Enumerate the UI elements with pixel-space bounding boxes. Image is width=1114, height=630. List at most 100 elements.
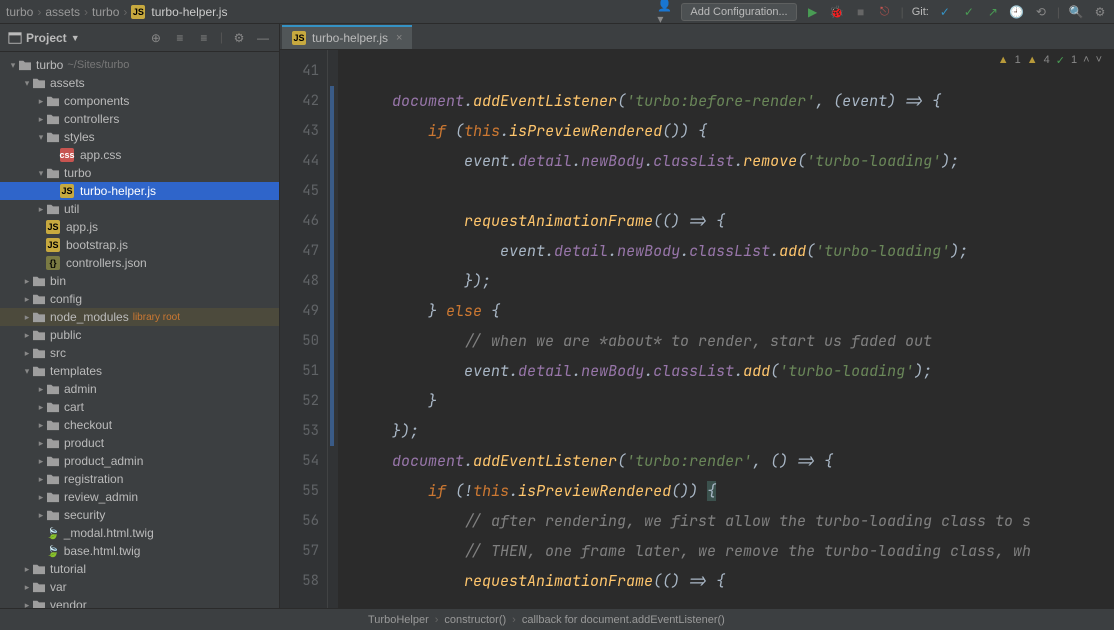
- tree-item[interactable]: JSbootstrap.js: [0, 236, 279, 254]
- tree-item[interactable]: {}controllers.json: [0, 254, 279, 272]
- breadcrumb-file[interactable]: turbo-helper.js: [151, 5, 227, 19]
- expand-icon[interactable]: ▸: [22, 582, 32, 593]
- expand-icon[interactable]: ▸: [36, 384, 46, 395]
- run-config-dropdown[interactable]: Add Configuration...: [681, 3, 796, 21]
- close-icon[interactable]: ×: [396, 32, 402, 44]
- line-number[interactable]: 54: [280, 446, 319, 476]
- debug-icon[interactable]: 🐞: [829, 4, 845, 20]
- tree-item[interactable]: ▸node_moduleslibrary root: [0, 308, 279, 326]
- search-icon[interactable]: 🔍: [1068, 4, 1084, 20]
- expand-icon[interactable]: ▸: [36, 492, 46, 503]
- tree-item[interactable]: ▸review_admin: [0, 488, 279, 506]
- stop-icon[interactable]: ■: [853, 4, 869, 20]
- editor-body[interactable]: 414243444546474849505152535455565758 doc…: [280, 50, 1114, 608]
- tree-item[interactable]: ▸components: [0, 92, 279, 110]
- tree-item[interactable]: JSapp.js: [0, 218, 279, 236]
- tree-item[interactable]: ▸registration: [0, 470, 279, 488]
- tree-item[interactable]: ▾styles: [0, 128, 279, 146]
- expand-icon[interactable]: ▾: [22, 78, 32, 89]
- tree-item[interactable]: ▾turbo~/Sites/turbo: [0, 56, 279, 74]
- expand-icon[interactable]: ▸: [36, 96, 46, 107]
- breadcrumb-seg[interactable]: turbo: [6, 5, 33, 19]
- crumb-seg[interactable]: TurboHelper: [368, 614, 429, 626]
- tree-item[interactable]: ▸bin: [0, 272, 279, 290]
- tree-item[interactable]: ▾turbo: [0, 164, 279, 182]
- expand-icon[interactable]: ▸: [36, 510, 46, 521]
- line-number[interactable]: 52: [280, 386, 319, 416]
- expand-icon[interactable]: ▸: [22, 564, 32, 575]
- expand-icon[interactable]: ▸: [36, 114, 46, 125]
- expand-icon[interactable]: ▸: [22, 600, 32, 609]
- expand-icon[interactable]: ▾: [8, 60, 18, 71]
- line-number[interactable]: 47: [280, 236, 319, 266]
- line-number[interactable]: 42: [280, 86, 319, 116]
- expand-icon[interactable]: ▸: [36, 204, 46, 215]
- expand-icon[interactable]: ▾: [22, 366, 32, 377]
- tree-item[interactable]: JSturbo-helper.js: [0, 182, 279, 200]
- expand-icon[interactable]: ▸: [36, 402, 46, 413]
- tree-item[interactable]: ▸product_admin: [0, 452, 279, 470]
- git-push-icon[interactable]: ↗: [985, 4, 1001, 20]
- line-number[interactable]: 53: [280, 416, 319, 446]
- tree-item[interactable]: ▾assets: [0, 74, 279, 92]
- tree-item[interactable]: ▸config: [0, 290, 279, 308]
- line-number[interactable]: 45: [280, 176, 319, 206]
- hide-icon[interactable]: —: [255, 30, 271, 46]
- line-number[interactable]: 49: [280, 296, 319, 326]
- structure-breadcrumb[interactable]: TurboHelper › constructor() › callback f…: [368, 614, 725, 626]
- tree-item[interactable]: 🍃base.html.twig: [0, 542, 279, 560]
- run-icon[interactable]: ▶: [805, 4, 821, 20]
- tests-icon[interactable]: ⎋: [877, 4, 893, 20]
- expand-icon[interactable]: ▸: [22, 330, 32, 341]
- breadcrumb[interactable]: turbo › assets › turbo › JS turbo-helper…: [6, 5, 227, 19]
- line-number[interactable]: 46: [280, 206, 319, 236]
- user-icon[interactable]: 👤▾: [657, 4, 673, 20]
- line-number[interactable]: 41: [280, 56, 319, 86]
- tree-item[interactable]: ▸vendor: [0, 596, 279, 608]
- vcs-gutter[interactable]: [328, 50, 338, 608]
- expand-icon[interactable]: ▸: [36, 420, 46, 431]
- tree-item[interactable]: ▸checkout: [0, 416, 279, 434]
- breadcrumb-seg[interactable]: turbo: [92, 5, 119, 19]
- tree-item[interactable]: ▸controllers: [0, 110, 279, 128]
- line-number-gutter[interactable]: 414243444546474849505152535455565758: [280, 50, 328, 608]
- expand-icon[interactable]: ▸: [22, 276, 32, 287]
- line-number[interactable]: 57: [280, 536, 319, 566]
- tree-item[interactable]: ▸var: [0, 578, 279, 596]
- expand-icon[interactable]: ▸: [36, 438, 46, 449]
- inspection-widget[interactable]: ▲1 ▲4 ✓1 ˄ ˅: [998, 54, 1102, 67]
- revert-icon[interactable]: ⟲: [1033, 4, 1049, 20]
- tree-item[interactable]: ▸tutorial: [0, 560, 279, 578]
- crumb-seg[interactable]: constructor(): [444, 614, 506, 626]
- expand-icon[interactable]: ≡: [172, 30, 188, 46]
- line-number[interactable]: 56: [280, 506, 319, 536]
- gear-icon[interactable]: ⚙: [231, 30, 247, 46]
- tree-item[interactable]: ▸security: [0, 506, 279, 524]
- crumb-seg[interactable]: callback for document.addEventListener(): [522, 614, 725, 626]
- breadcrumb-seg[interactable]: assets: [45, 5, 80, 19]
- tree-item[interactable]: ▸product: [0, 434, 279, 452]
- locate-icon[interactable]: ⊕: [148, 30, 164, 46]
- line-number[interactable]: 44: [280, 146, 319, 176]
- tree-item[interactable]: ▾templates: [0, 362, 279, 380]
- project-tool-button[interactable]: Project ▼: [8, 31, 80, 45]
- line-number[interactable]: 51: [280, 356, 319, 386]
- expand-icon[interactable]: ▸: [22, 348, 32, 359]
- code-area[interactable]: document.addEventListener('turbo:before-…: [338, 50, 1114, 608]
- expand-icon[interactable]: ▸: [22, 312, 32, 323]
- collapse-icon[interactable]: ≡: [196, 30, 212, 46]
- tree-item[interactable]: 🍃_modal.html.twig: [0, 524, 279, 542]
- expand-icon[interactable]: ▾: [36, 132, 46, 143]
- tree-item[interactable]: ▸admin: [0, 380, 279, 398]
- line-number[interactable]: 55: [280, 476, 319, 506]
- project-tree[interactable]: ▾turbo~/Sites/turbo▾assets▸components▸co…: [0, 52, 279, 608]
- tree-item[interactable]: cssapp.css: [0, 146, 279, 164]
- tree-item[interactable]: ▸util: [0, 200, 279, 218]
- line-number[interactable]: 50: [280, 326, 319, 356]
- chevron-up-icon[interactable]: ˄: [1083, 54, 1089, 67]
- line-number[interactable]: 43: [280, 116, 319, 146]
- expand-icon[interactable]: ▾: [36, 168, 46, 179]
- history-icon[interactable]: 🕘: [1009, 4, 1025, 20]
- expand-icon[interactable]: ▸: [36, 474, 46, 485]
- tree-item[interactable]: ▸src: [0, 344, 279, 362]
